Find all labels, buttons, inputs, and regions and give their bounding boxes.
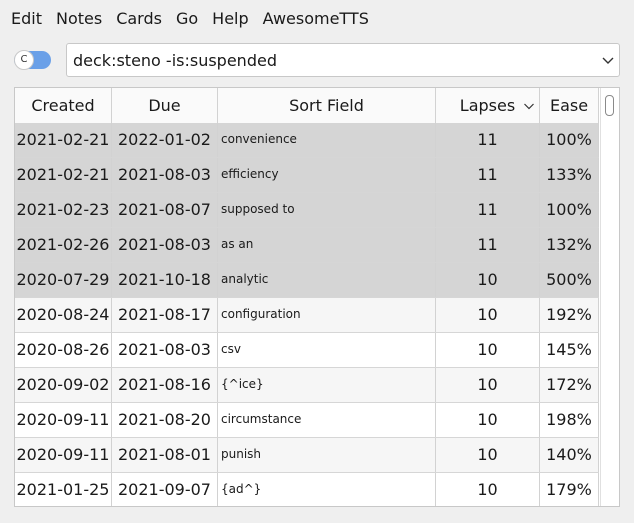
- cell-sort-field: {^ice}: [218, 368, 436, 402]
- cell-ease: 133%: [540, 158, 599, 192]
- cell-sort-field: punish: [218, 438, 436, 472]
- cell-ease: 172%: [540, 368, 599, 402]
- cell-sort-field: as an: [218, 228, 436, 262]
- cell-sort-field: supposed to: [218, 193, 436, 227]
- cell-created: 2020-08-24: [15, 298, 112, 332]
- menu-awesometts[interactable]: AwesomeTTS: [256, 0, 376, 38]
- card-table: Created Due Sort Field Lapses Ease 2021-…: [14, 87, 620, 507]
- cell-due: 2021-08-20: [112, 403, 218, 437]
- table-header: Created Due Sort Field Lapses Ease: [15, 88, 599, 124]
- cell-lapses: 11: [436, 193, 540, 227]
- cell-sort-field: {ad^}: [218, 473, 436, 506]
- cell-created: 2020-09-02: [15, 368, 112, 402]
- menu-go[interactable]: Go: [169, 0, 205, 38]
- cell-lapses: 10: [436, 403, 540, 437]
- cell-created: 2020-09-11: [15, 403, 112, 437]
- cell-due: 2021-08-01: [112, 438, 218, 472]
- cell-ease: 145%: [540, 333, 599, 367]
- menu-help[interactable]: Help: [205, 0, 255, 38]
- cell-ease: 100%: [540, 123, 599, 157]
- toggle-knob: C: [14, 50, 34, 70]
- scrollbar-thumb[interactable]: [605, 95, 614, 116]
- table-row[interactable]: 2020-09-11 2021-08-20 circumstance 10 19…: [15, 403, 599, 438]
- cell-lapses: 10: [436, 298, 540, 332]
- cell-due: 2021-08-07: [112, 193, 218, 227]
- cell-lapses: 10: [436, 333, 540, 367]
- cell-lapses: 10: [436, 473, 540, 506]
- column-header-lapses[interactable]: Lapses: [436, 88, 540, 123]
- cell-ease: 132%: [540, 228, 599, 262]
- cell-due: 2022-01-02: [112, 123, 218, 157]
- search-row: C: [0, 43, 634, 77]
- cell-sort-field: analytic: [218, 263, 436, 297]
- cell-lapses: 11: [436, 158, 540, 192]
- cell-lapses: 10: [436, 368, 540, 402]
- column-header-ease[interactable]: Ease: [540, 88, 599, 123]
- cell-lapses: 11: [436, 228, 540, 262]
- table-row[interactable]: 2020-09-02 2021-08-16 {^ice} 10 172%: [15, 368, 599, 403]
- cell-due: 2021-08-17: [112, 298, 218, 332]
- column-header-due[interactable]: Due: [112, 88, 218, 123]
- table-row[interactable]: 2020-07-29 2021-10-18 analytic 10 500%: [15, 263, 599, 298]
- cell-ease: 198%: [540, 403, 599, 437]
- cell-created: 2020-07-29: [15, 263, 112, 297]
- table-row[interactable]: 2021-02-21 2021-08-03 efficiency 11 133%: [15, 158, 599, 193]
- cell-due: 2021-08-03: [112, 228, 218, 262]
- cell-ease: 500%: [540, 263, 599, 297]
- cell-created: 2021-02-23: [15, 193, 112, 227]
- table-row[interactable]: 2020-08-24 2021-08-17 configuration 10 1…: [15, 298, 599, 333]
- cell-created: 2021-02-21: [15, 158, 112, 192]
- cell-created: 2021-02-21: [15, 123, 112, 157]
- column-header-sort-field[interactable]: Sort Field: [218, 88, 436, 123]
- table-row[interactable]: 2021-01-25 2021-09-07 {ad^} 10 179%: [15, 473, 599, 506]
- cell-lapses: 10: [436, 263, 540, 297]
- cell-sort-field: csv: [218, 333, 436, 367]
- cell-created: 2020-09-11: [15, 438, 112, 472]
- table-row[interactable]: 2020-09-11 2021-08-01 punish 10 140%: [15, 438, 599, 473]
- table-row[interactable]: 2021-02-23 2021-08-07 supposed to 11 100…: [15, 193, 599, 228]
- cell-lapses: 11: [436, 123, 540, 157]
- table-row[interactable]: 2021-02-21 2022-01-02 convenience 11 100…: [15, 123, 599, 158]
- cell-ease: 179%: [540, 473, 599, 506]
- vertical-scrollbar[interactable]: [600, 88, 619, 506]
- cell-due: 2021-08-03: [112, 333, 218, 367]
- menu-bar: Edit Notes Cards Go Help AwesomeTTS: [0, 0, 634, 38]
- column-header-lapses-label: Lapses: [459, 96, 516, 115]
- cell-ease: 192%: [540, 298, 599, 332]
- table-body: 2021-02-21 2022-01-02 convenience 11 100…: [15, 123, 599, 506]
- cell-sort-field: configuration: [218, 298, 436, 332]
- cell-due: 2021-08-16: [112, 368, 218, 402]
- cell-created: 2021-02-26: [15, 228, 112, 262]
- cell-created: 2020-08-26: [15, 333, 112, 367]
- cell-lapses: 10: [436, 438, 540, 472]
- column-header-created[interactable]: Created: [15, 88, 112, 123]
- cell-sort-field: convenience: [218, 123, 436, 157]
- menu-notes[interactable]: Notes: [49, 0, 109, 38]
- sort-descending-icon: [524, 103, 534, 110]
- cell-ease: 100%: [540, 193, 599, 227]
- table-row[interactable]: 2021-02-26 2021-08-03 as an 11 132%: [15, 228, 599, 263]
- cell-ease: 140%: [540, 438, 599, 472]
- table-row[interactable]: 2020-08-26 2021-08-03 csv 10 145%: [15, 333, 599, 368]
- search-input[interactable]: [73, 44, 593, 76]
- cell-due: 2021-09-07: [112, 473, 218, 506]
- chevron-down-icon[interactable]: [601, 53, 615, 67]
- cell-due: 2021-10-18: [112, 263, 218, 297]
- search-box[interactable]: [66, 43, 620, 77]
- cell-sort-field: circumstance: [218, 403, 436, 437]
- menu-edit[interactable]: Edit: [4, 0, 49, 38]
- cards-notes-toggle[interactable]: C: [14, 50, 51, 70]
- cell-sort-field: efficiency: [218, 158, 436, 192]
- cell-created: 2021-01-25: [15, 473, 112, 506]
- menu-cards[interactable]: Cards: [109, 0, 169, 38]
- cell-due: 2021-08-03: [112, 158, 218, 192]
